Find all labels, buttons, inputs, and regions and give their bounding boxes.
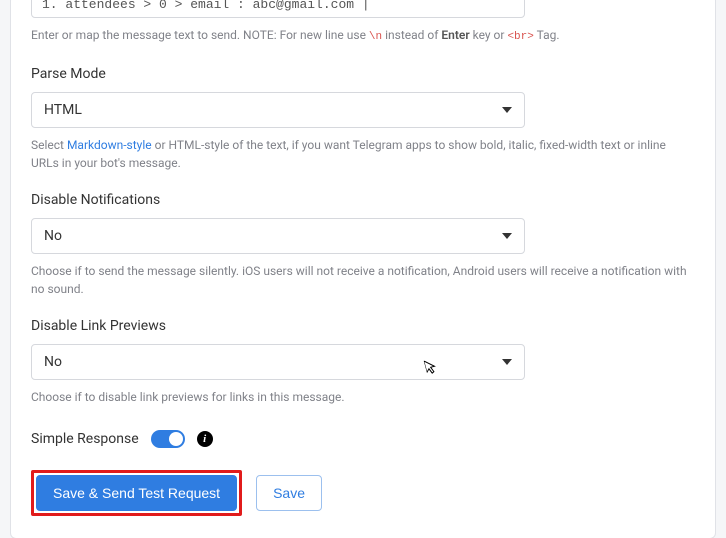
highlight-annotation: Save & Send Test Request xyxy=(31,470,242,516)
disable-notifications-field: Disable Notifications No Choose if to se… xyxy=(31,192,695,298)
disable-link-previews-value: No xyxy=(44,354,62,370)
disable-link-previews-help: Choose if to disable link previews for l… xyxy=(31,388,695,406)
chevron-down-icon xyxy=(502,233,512,239)
message-code-line: 1. attendees > 0 > email : abc@gmail.com… xyxy=(42,0,514,12)
parse-mode-select[interactable]: HTML xyxy=(31,92,525,128)
disable-link-previews-select[interactable]: No xyxy=(31,344,525,380)
parse-mode-value: HTML xyxy=(44,102,82,118)
info-icon[interactable]: i xyxy=(197,431,213,447)
parse-mode-label: Parse Mode xyxy=(31,66,695,82)
simple-response-label: Simple Response xyxy=(31,431,139,447)
parse-mode-help: Select Markdown-style or HTML-style of t… xyxy=(31,136,695,172)
disable-notifications-select[interactable]: No xyxy=(31,218,525,254)
disable-notifications-value: No xyxy=(44,228,62,244)
disable-link-previews-field: Disable Link Previews No Choose if to di… xyxy=(31,318,695,406)
message-help-text: Enter or map the message text to send. N… xyxy=(31,26,695,46)
save-send-test-button[interactable]: Save & Send Test Request xyxy=(36,475,237,511)
simple-response-row: Simple Response i xyxy=(31,430,695,448)
toggle-knob xyxy=(169,432,183,446)
disable-notifications-help: Choose if to send the message silently. … xyxy=(31,262,695,298)
chevron-down-icon xyxy=(502,107,512,113)
button-row: Save & Send Test Request Save xyxy=(31,470,695,516)
newline-code: \n xyxy=(369,31,382,43)
simple-response-toggle[interactable] xyxy=(151,430,185,448)
chevron-down-icon xyxy=(502,359,512,365)
save-button[interactable]: Save xyxy=(256,475,322,511)
form-panel: 1. attendees > 0 > email : abc@gmail.com… xyxy=(10,0,716,538)
disable-notifications-label: Disable Notifications xyxy=(31,192,695,208)
br-code: <br> xyxy=(507,31,533,43)
markdown-style-link[interactable]: Markdown-style xyxy=(67,138,152,152)
message-text-input[interactable]: 1. attendees > 0 > email : abc@gmail.com… xyxy=(31,0,525,18)
parse-mode-field: Parse Mode HTML Select Markdown-style or… xyxy=(31,66,695,172)
disable-link-previews-label: Disable Link Previews xyxy=(31,318,695,334)
